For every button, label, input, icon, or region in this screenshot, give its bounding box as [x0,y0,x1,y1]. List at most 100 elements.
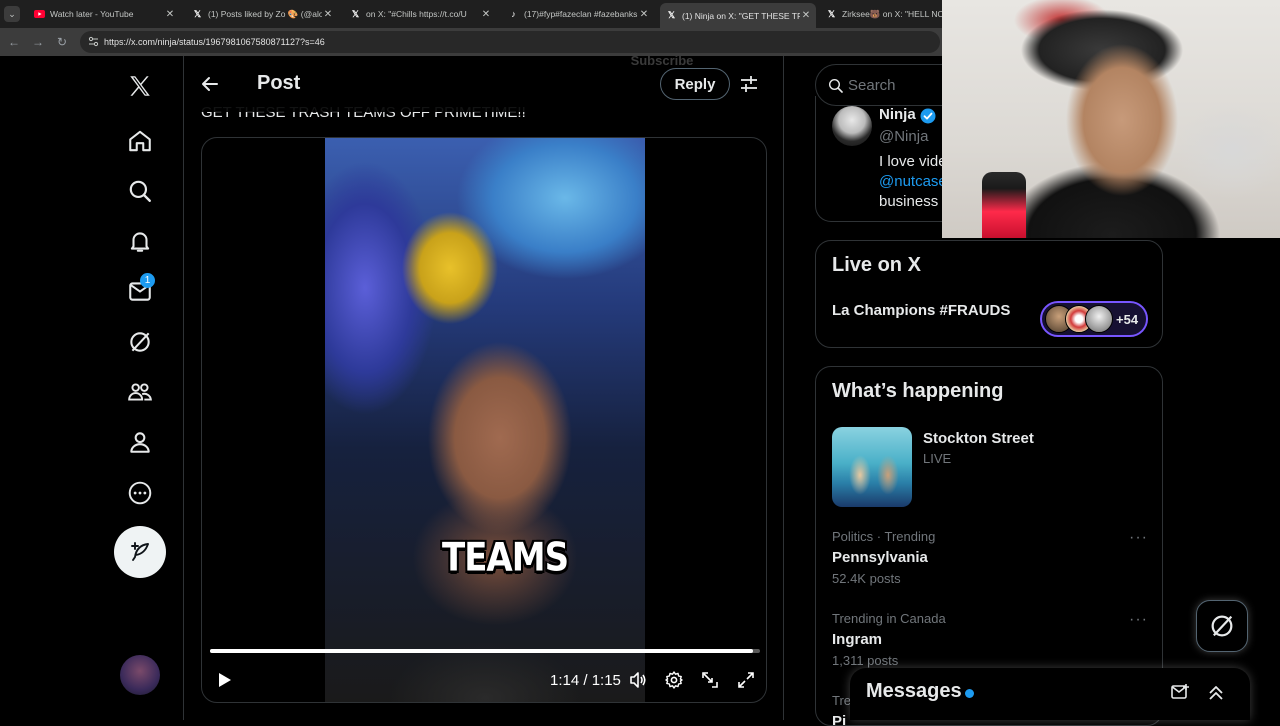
site-info-icon[interactable] [88,36,99,49]
trend-post-count: 52.4K posts [832,571,901,586]
feather-plus-icon [131,542,149,561]
profile-icon [130,432,150,453]
nav-notifications[interactable] [116,217,164,265]
featured-event-title: Stockton Street [923,430,1034,447]
tab-title: (1) Ninja on X: "GET THESE TRA [682,10,800,21]
browser-tab[interactable]: Watch later - YouTube ✕ [28,4,180,24]
play-icon[interactable] [210,666,238,694]
fullscreen-icon[interactable] [732,666,760,694]
verified-badge-icon [920,108,936,124]
messages-drawer[interactable]: Messages [850,668,1250,720]
compose-post-button[interactable] [114,526,166,578]
home-icon [129,130,151,152]
youtube-icon [34,9,45,20]
tiktok-icon: ♪ [511,9,516,19]
sliders-icon[interactable] [739,74,759,94]
x-logo-icon: 𝕏 [193,8,202,19]
page-title: Post [257,72,301,94]
nav-grok[interactable] [116,318,164,366]
back-arrow-icon[interactable] [200,74,220,94]
messages-title: Messages [866,680,962,702]
video-progress-bar[interactable] [210,649,760,653]
tab-title: Zirksee🐻 on X: "HELL NO h [842,8,942,19]
tab-close-icon[interactable]: ✕ [638,9,650,20]
browser-tab[interactable]: 𝕏 (1) Posts liked by Zo 🎨 (@alon ✕ [186,4,338,24]
bell-icon [130,232,150,252]
browser-tab-active[interactable]: 𝕏 (1) Ninja on X: "GET THESE TRA ✕ [660,3,816,28]
author-bio-line: I love vide [879,153,947,170]
microphone [982,172,1026,238]
grok-floating-button[interactable] [1196,600,1248,652]
new-message-icon[interactable] [1170,682,1192,704]
video-progress-fill [210,649,753,653]
tab-close-icon[interactable]: ✕ [322,9,334,20]
unread-dot [965,689,974,698]
tab-close-icon[interactable]: ✕ [800,10,812,21]
nav-profile[interactable] [116,418,164,466]
search-icon [828,78,843,97]
video-caption: TEAMS [442,535,569,581]
tab-search-dropdown[interactable]: ⌄ [4,6,20,22]
search-placeholder: Search [848,76,896,94]
main-column: Subscribe Post Reply GET THESE TRASH TEA… [184,56,784,720]
address-bar[interactable]: https://x.com/ninja/status/1967981067580… [80,31,940,53]
x-logo-icon: 𝕏 [667,10,676,20]
browser-tab[interactable]: ♪ (17)#fyp#fazeclan #fazebanks # ✕ [502,4,654,24]
video-player[interactable]: TEAMS 1:14 / 1:15 [201,137,767,703]
featured-event[interactable]: Stockton Street LIVE [816,419,1162,509]
video-frame[interactable]: TEAMS [325,138,645,702]
tab-title: on X: "#Chills https://t.co/U [366,9,467,19]
expand-chevrons-icon[interactable] [1206,682,1228,704]
settings-gear-icon[interactable] [660,666,688,694]
more-dots-icon[interactable]: ··· [1129,611,1148,629]
more-dots-icon[interactable]: ··· [1129,529,1148,547]
trend-name: Ingram [832,631,883,648]
nav-more[interactable] [116,469,164,517]
communities-icon [128,383,152,401]
search-icon [129,180,151,202]
live-on-x-card: Live on X La Champions #FRAUDS +54 [815,240,1163,348]
video-time: 1:14 / 1:15 [550,672,621,689]
happening-title: What’s happening [832,380,1004,402]
x-home-logo[interactable] [116,62,164,110]
trend-context: Trending in Canada [832,611,946,626]
dock-video-icon[interactable] [696,666,724,694]
tab-close-icon[interactable]: ✕ [480,9,492,20]
tab-title: (1) Posts liked by Zo 🎨 (@alon [208,8,322,19]
x-logo-icon [130,76,150,96]
author-handle[interactable]: @Ninja [879,128,928,145]
tab-close-icon[interactable]: ✕ [164,9,176,20]
author-name[interactable]: Ninja [879,106,916,123]
live-card-title: Live on X [832,254,921,276]
listener-count: +54 [1116,311,1139,327]
back-arrow-icon[interactable]: ← [6,34,22,50]
bio-mention-link[interactable]: @nutcase [879,173,947,190]
author-avatar[interactable] [832,106,872,146]
reply-button[interactable]: Reply [660,68,730,100]
trend-context: Politics · Trending [832,529,936,544]
live-listeners-pill[interactable]: +54 [1040,301,1148,337]
grok-icon [130,332,150,352]
post-header: Subscribe Post Reply [184,56,783,112]
nav-messages[interactable]: 1 [116,267,164,315]
browser-tab[interactable]: 𝕏 Zirksee🐻 on X: "HELL NO h [820,4,942,24]
nav-explore[interactable] [116,167,164,215]
live-space-title[interactable]: La Champions #FRAUDS [832,302,1010,319]
url-text: https://x.com/ninja/status/1967981067580… [104,37,325,47]
forward-arrow-icon[interactable]: → [30,34,46,50]
messages-badge: 1 [140,273,155,288]
trend-item[interactable]: Politics · Trending Pennsylvania 52.4K p… [816,523,1162,597]
featured-event-status: LIVE [923,451,952,466]
x-logo-icon: 𝕏 [351,8,360,19]
grok-icon [1211,615,1233,637]
featured-event-thumbnail [832,427,912,507]
browser-tab[interactable]: 𝕏 on X: "#Chills https://t.co/U ✕ [344,4,496,24]
trend-post-count: 1,311 posts [832,653,899,668]
reload-icon[interactable]: ↻ [54,34,70,50]
video-controls: 1:14 / 1:15 [202,662,766,702]
nav-home[interactable] [116,117,164,165]
volume-icon[interactable] [624,666,652,694]
more-circle-icon [128,481,152,505]
nav-communities[interactable] [116,368,164,416]
account-avatar[interactable] [120,655,160,695]
